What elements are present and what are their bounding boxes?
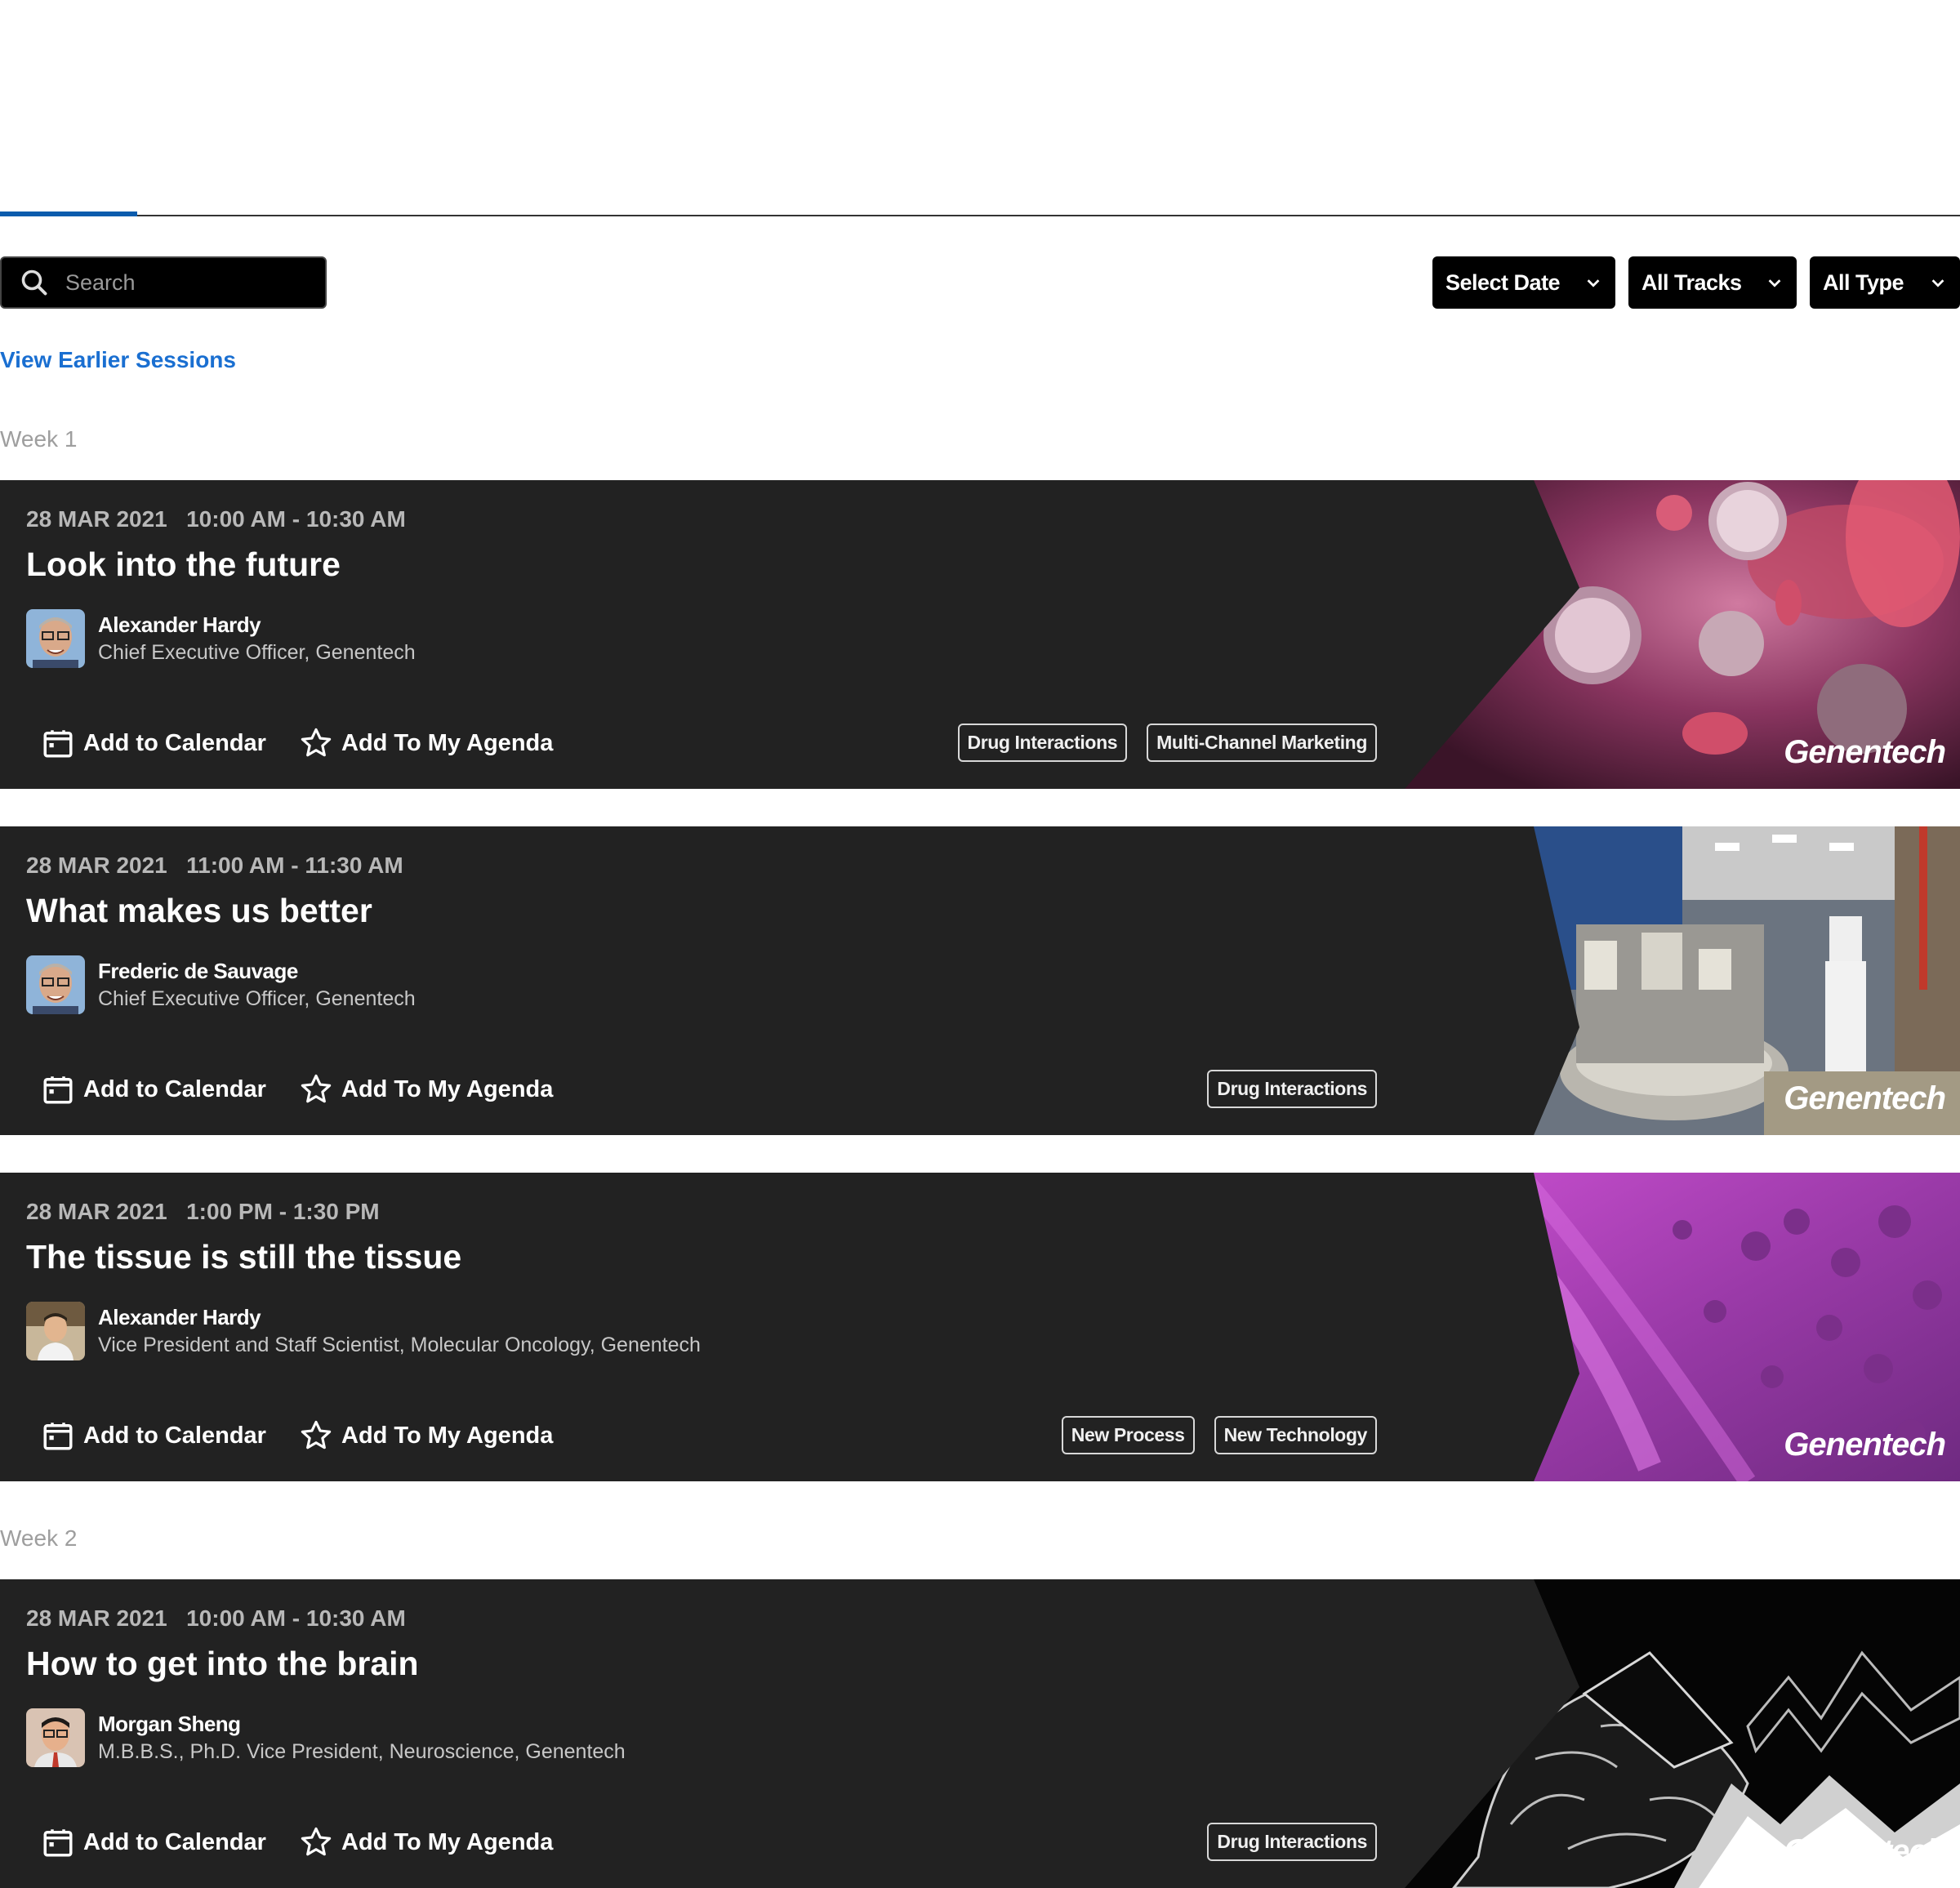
all-type-dropdown[interactable]: All Type bbox=[1810, 256, 1960, 309]
add-to-agenda-button[interactable]: Add To My Agenda bbox=[299, 1824, 553, 1860]
add-to-calendar-button[interactable]: Add to Calendar bbox=[41, 1418, 266, 1454]
session-tags: Drug Interactions bbox=[1207, 1823, 1377, 1861]
session-date: 28 MAR 2021 bbox=[26, 1199, 167, 1224]
search-input[interactable] bbox=[64, 269, 312, 296]
speaker-role: M.B.B.S., Ph.D. Vice President, Neurosci… bbox=[98, 1740, 626, 1763]
session-datetime: 28 MAR 2021 1:00 PM - 1:30 PM bbox=[26, 1199, 380, 1225]
all-tracks-label: All Tracks bbox=[1642, 269, 1742, 295]
session-time: 10:00 AM - 10:30 AM bbox=[186, 1605, 406, 1631]
add-to-agenda-button[interactable]: Add To My Agenda bbox=[299, 1071, 553, 1107]
calendar-icon bbox=[43, 1829, 73, 1857]
session-date: 28 MAR 2021 bbox=[26, 1605, 167, 1631]
session-card[interactable]: 28 MAR 2021 10:00 AM - 10:30 AM Look int… bbox=[0, 480, 1960, 789]
add-to-agenda-button[interactable]: Add To My Agenda bbox=[299, 1418, 553, 1454]
lab-image: Genentech bbox=[1405, 826, 1960, 1135]
session-title[interactable]: What makes us better bbox=[26, 892, 372, 930]
tag-chip[interactable]: New Technology bbox=[1214, 1416, 1377, 1454]
avatar bbox=[26, 1302, 85, 1360]
speaker-name[interactable]: Morgan Sheng bbox=[98, 1712, 241, 1737]
add-to-agenda-label: Add To My Agenda bbox=[341, 1828, 554, 1855]
genentech-logo: Genentech bbox=[1784, 1080, 1946, 1116]
avatar bbox=[26, 609, 85, 668]
session-title[interactable]: Look into the future bbox=[26, 545, 341, 584]
session-time: 10:00 AM - 10:30 AM bbox=[186, 506, 406, 532]
tissue-image: Genentech bbox=[1405, 1173, 1960, 1481]
add-to-calendar-label: Add to Calendar bbox=[83, 1075, 266, 1102]
calendar-icon bbox=[43, 1076, 73, 1104]
session-title[interactable]: How to get into the brain bbox=[26, 1645, 419, 1683]
star-icon bbox=[301, 1420, 332, 1449]
speaker-role: Chief Executive Officer, Genentech bbox=[98, 987, 416, 1010]
genentech-logo: Genentech bbox=[1784, 734, 1946, 770]
speaker-role: Vice President and Staff Scientist, Mole… bbox=[98, 1334, 701, 1356]
select-date-label: Select Date bbox=[1446, 269, 1561, 295]
session-tags: Drug Interactions bbox=[1207, 1070, 1377, 1108]
add-to-agenda-label: Add To My Agenda bbox=[341, 729, 554, 756]
add-to-calendar-label: Add to Calendar bbox=[83, 1422, 266, 1449]
brain-image: Genentech bbox=[1405, 1579, 1960, 1888]
session-card[interactable]: 28 MAR 2021 1:00 PM - 1:30 PM The tissue… bbox=[0, 1173, 1960, 1481]
session-card[interactable]: 28 MAR 2021 10:00 AM - 10:30 AM How to g… bbox=[0, 1579, 1960, 1888]
add-to-calendar-button[interactable]: Add to Calendar bbox=[41, 725, 266, 761]
session-date: 28 MAR 2021 bbox=[26, 506, 167, 532]
session-datetime: 28 MAR 2021 10:00 AM - 10:30 AM bbox=[26, 1605, 406, 1632]
session-tags: Drug Interactions Multi-Channel Marketin… bbox=[957, 724, 1377, 762]
tag-chip[interactable]: New Process bbox=[1061, 1416, 1195, 1454]
session-card[interactable]: 28 MAR 2021 11:00 AM - 11:30 AM What mak… bbox=[0, 826, 1960, 1135]
tag-chip[interactable]: Drug Interactions bbox=[957, 724, 1128, 762]
calendar-icon bbox=[43, 1423, 73, 1450]
genentech-logo: Genentech bbox=[1784, 1427, 1946, 1463]
speaker-role: Chief Executive Officer, Genentech bbox=[98, 641, 416, 664]
session-time: 1:00 PM - 1:30 PM bbox=[186, 1199, 380, 1224]
chevron-down-icon bbox=[1768, 279, 1781, 287]
star-icon bbox=[301, 728, 332, 757]
session-tags: New Process New Technology bbox=[1061, 1416, 1377, 1454]
tag-chip[interactable]: Drug Interactions bbox=[1207, 1070, 1377, 1108]
add-to-agenda-button[interactable]: Add To My Agenda bbox=[299, 725, 553, 761]
week-heading: Week 1 bbox=[0, 426, 78, 452]
tag-chip[interactable]: Drug Interactions bbox=[1207, 1823, 1377, 1861]
session-date: 28 MAR 2021 bbox=[26, 853, 167, 878]
week-heading: Week 2 bbox=[0, 1525, 78, 1551]
speaker-name[interactable]: Alexander Hardy bbox=[98, 612, 261, 638]
chevron-down-icon bbox=[1587, 279, 1600, 287]
search-icon bbox=[21, 269, 47, 296]
view-earlier-sessions-link[interactable]: View Earlier Sessions bbox=[0, 347, 236, 373]
select-date-dropdown[interactable]: Select Date bbox=[1432, 256, 1615, 309]
star-icon bbox=[301, 1074, 332, 1103]
add-to-agenda-label: Add To My Agenda bbox=[341, 1422, 554, 1449]
active-tab-indicator bbox=[0, 212, 137, 216]
session-title[interactable]: The tissue is still the tissue bbox=[26, 1238, 461, 1276]
chevron-down-icon bbox=[1931, 279, 1944, 287]
tab-underline bbox=[0, 215, 1960, 216]
add-to-calendar-label: Add to Calendar bbox=[83, 1828, 266, 1855]
genentech-logo: Genentech bbox=[1784, 1833, 1946, 1869]
all-type-label: All Type bbox=[1823, 269, 1904, 295]
session-datetime: 28 MAR 2021 10:00 AM - 10:30 AM bbox=[26, 506, 406, 532]
all-tracks-dropdown[interactable]: All Tracks bbox=[1628, 256, 1797, 309]
add-to-calendar-button[interactable]: Add to Calendar bbox=[41, 1071, 266, 1107]
add-to-calendar-label: Add to Calendar bbox=[83, 729, 266, 756]
add-to-calendar-button[interactable]: Add to Calendar bbox=[41, 1824, 266, 1860]
calendar-icon bbox=[43, 730, 73, 758]
add-to-agenda-label: Add To My Agenda bbox=[341, 1075, 554, 1102]
search-box[interactable] bbox=[0, 256, 327, 309]
speaker-name[interactable]: Frederic de Sauvage bbox=[98, 959, 298, 984]
avatar bbox=[26, 955, 85, 1014]
star-icon bbox=[301, 1827, 332, 1856]
cells-image: Genentech bbox=[1405, 480, 1960, 789]
speaker-name[interactable]: Alexander Hardy bbox=[98, 1305, 261, 1330]
session-datetime: 28 MAR 2021 11:00 AM - 11:30 AM bbox=[26, 853, 403, 879]
session-time: 11:00 AM - 11:30 AM bbox=[186, 853, 403, 878]
avatar bbox=[26, 1708, 85, 1767]
tag-chip[interactable]: Multi-Channel Marketing bbox=[1147, 724, 1377, 762]
